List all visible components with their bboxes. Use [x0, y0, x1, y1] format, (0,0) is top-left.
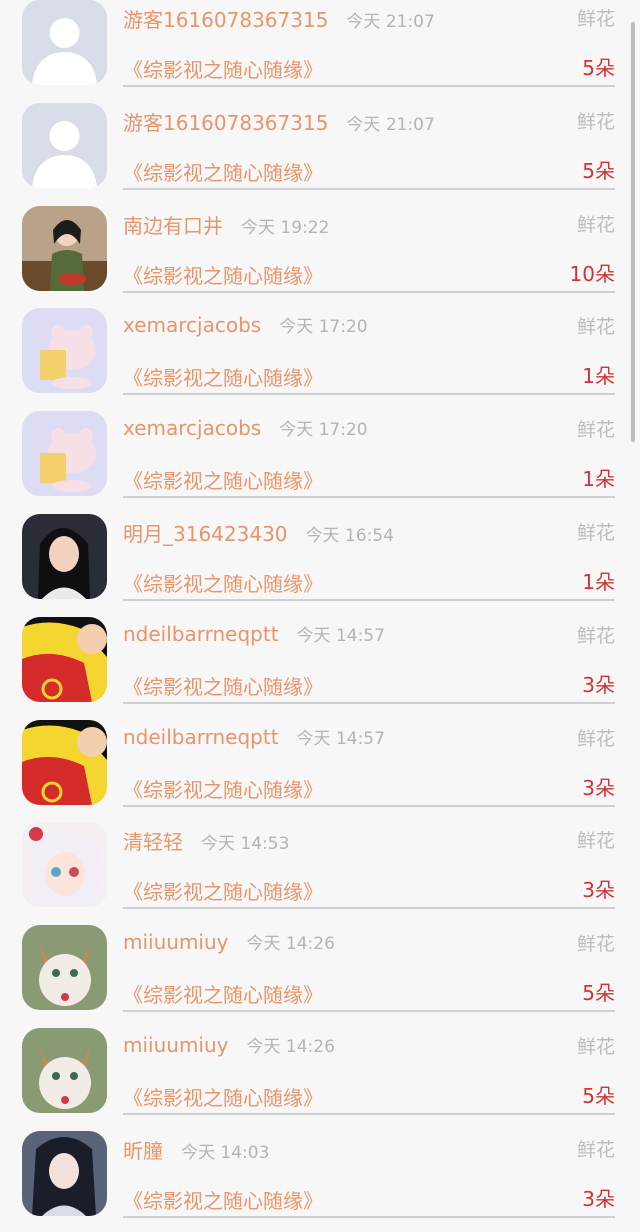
- gift-count: 1朵: [582, 569, 615, 594]
- gift-count: 5朵: [582, 158, 615, 183]
- list-item[interactable]: miiuumiuy 今天 14:26 鲜花 《综影视之随心随缘》 5朵: [0, 923, 640, 1026]
- work-title[interactable]: 《综影视之随心随缘》: [123, 876, 323, 905]
- list-item[interactable]: ndeilbarrneqptt 今天 14:57 鲜花 《综影视之随心随缘》 3朵: [0, 718, 640, 821]
- timestamp: 今天 19:22: [241, 217, 330, 238]
- timestamp: 今天 14:57: [296, 728, 385, 749]
- gift-count: 3朵: [582, 878, 615, 903]
- divider: [123, 907, 615, 910]
- cartoon-pig-avatar-icon[interactable]: [22, 308, 107, 394]
- list-item[interactable]: 游客1616078367315 今天 21:07 鲜花 《综影视之随心随缘》 5朵: [0, 0, 640, 101]
- timestamp: 今天 17:20: [279, 420, 368, 441]
- cartoon-pig-avatar-icon[interactable]: [22, 411, 107, 497]
- gift-count: 5朵: [582, 981, 615, 1006]
- list-item[interactable]: xemarcjacobs 今天 17:20 鲜花 《综影视之随心随缘》 1朵: [0, 306, 640, 409]
- list-item[interactable]: 清轻轻 今天 14:53 鲜花 《综影视之随心随缘》 3朵: [0, 820, 640, 923]
- divider: [123, 1010, 615, 1013]
- divider: [123, 1112, 615, 1115]
- gift-count: 5朵: [582, 56, 615, 80]
- timestamp: 今天 21:07: [346, 114, 435, 135]
- work-title[interactable]: 《综影视之随心随缘》: [123, 671, 323, 700]
- divider: [123, 85, 615, 87]
- timestamp: 今天 14:26: [246, 1036, 335, 1057]
- divider: [123, 393, 615, 396]
- anime-girl-avatar-icon[interactable]: [22, 1130, 107, 1216]
- timestamp: 今天 14:26: [246, 934, 335, 955]
- username[interactable]: ndeilbarrneqptt 今天 14:57: [123, 621, 385, 646]
- work-title[interactable]: 《综影视之随心随缘》: [123, 774, 323, 803]
- gift-type: 鲜花: [576, 1035, 615, 1058]
- cartoon-boy-avatar-icon[interactable]: [22, 616, 107, 702]
- default-user-avatar-icon[interactable]: [22, 102, 107, 188]
- timestamp: 今天 16:54: [305, 525, 394, 546]
- username[interactable]: xemarcjacobs 今天 17:20: [123, 415, 368, 440]
- divider: [123, 187, 615, 190]
- work-title[interactable]: 《综影视之随心随缘》: [123, 1185, 323, 1214]
- divider: [123, 598, 615, 601]
- username[interactable]: 明月_316423430 今天 16:54: [123, 518, 394, 547]
- gift-type: 鲜花: [576, 624, 615, 647]
- username[interactable]: miiuumiuy 今天 14:26: [123, 1032, 335, 1057]
- gift-type: 鲜花: [576, 830, 615, 853]
- default-user-avatar-icon[interactable]: [22, 0, 107, 85]
- timestamp: 今天 21:07: [346, 12, 435, 32]
- list-item[interactable]: 昕膧 今天 14:03 鲜花 《综影视之随心随缘》 3朵: [0, 1129, 640, 1232]
- list-item[interactable]: 游客1616078367315 今天 21:07 鲜花 《综影视之随心随缘》 5朵: [0, 101, 640, 204]
- work-title[interactable]: 《综影视之随心随缘》: [123, 465, 323, 494]
- username[interactable]: 游客1616078367315 今天 21:07: [123, 4, 435, 33]
- gift-type: 鲜花: [576, 727, 615, 750]
- work-title[interactable]: 《综影视之随心随缘》: [123, 260, 323, 289]
- username[interactable]: 游客1616078367315 今天 21:07: [123, 107, 435, 136]
- divider: [123, 1215, 615, 1218]
- photo-avatar-icon[interactable]: [22, 513, 107, 599]
- list-item[interactable]: 明月_316423430 今天 16:54 鲜花 《综影视之随心随缘》 1朵: [0, 512, 640, 615]
- gift-count: 3朵: [582, 1186, 615, 1211]
- gift-type: 鲜花: [576, 1138, 615, 1161]
- work-title[interactable]: 《综影视之随心随缘》: [123, 568, 323, 597]
- gift-type: 鲜花: [576, 419, 615, 442]
- gift-count: 5朵: [582, 1083, 615, 1108]
- gift-type: 鲜花: [576, 316, 615, 339]
- anime-girl-avatar-icon[interactable]: [22, 822, 107, 908]
- gift-count: 3朵: [582, 775, 615, 800]
- list-item[interactable]: miiuumiuy 今天 14:26 鲜花 《综影视之随心随缘》 5朵: [0, 1026, 640, 1129]
- work-title[interactable]: 《综影视之随心随缘》: [123, 157, 323, 186]
- work-title[interactable]: 《综影视之随心随缘》: [123, 362, 323, 391]
- gift-count: 3朵: [582, 672, 615, 697]
- timestamp: 今天 14:53: [201, 834, 290, 855]
- username[interactable]: 南边有口井 今天 19:22: [123, 210, 329, 239]
- username[interactable]: xemarcjacobs 今天 17:20: [123, 312, 368, 337]
- list-item[interactable]: xemarcjacobs 今天 17:20 鲜花 《综影视之随心随缘》 1朵: [0, 409, 640, 512]
- gift-type: 鲜花: [576, 213, 615, 236]
- divider: [123, 701, 615, 704]
- scrollbar[interactable]: [631, 22, 635, 442]
- list-item[interactable]: 南边有口井 今天 19:22 鲜花 《综影视之随心随缘》 10朵: [0, 204, 640, 307]
- gift-count: 10朵: [569, 261, 615, 286]
- gift-count: 1朵: [582, 467, 615, 492]
- gift-record-list: 游客1616078367315 今天 21:07 鲜花 《综影视之随心随缘》 5朵…: [0, 0, 640, 1232]
- timestamp: 今天 14:03: [181, 1142, 270, 1163]
- username[interactable]: 清轻轻 今天 14:53: [123, 826, 289, 855]
- timestamp: 今天 14:57: [296, 625, 385, 646]
- divider: [123, 804, 615, 807]
- cat-avatar-icon[interactable]: [22, 1027, 107, 1113]
- list-item[interactable]: ndeilbarrneqptt 今天 14:57 鲜花 《综影视之随心随缘》 3朵: [0, 615, 640, 718]
- photo-avatar-icon[interactable]: [22, 205, 107, 291]
- work-title[interactable]: 《综影视之随心随缘》: [123, 1082, 323, 1111]
- gift-type: 鲜花: [576, 110, 615, 133]
- work-title[interactable]: 《综影视之随心随缘》: [123, 54, 323, 83]
- cat-avatar-icon[interactable]: [22, 925, 107, 1011]
- username[interactable]: ndeilbarrneqptt 今天 14:57: [123, 724, 385, 749]
- gift-type: 鲜花: [576, 521, 615, 544]
- username[interactable]: 昕膧 今天 14:03: [123, 1135, 269, 1164]
- cartoon-boy-avatar-icon[interactable]: [22, 719, 107, 805]
- gift-count: 1朵: [582, 364, 615, 389]
- divider: [123, 290, 615, 293]
- gift-type: 鲜花: [576, 933, 615, 956]
- timestamp: 今天 17:20: [279, 317, 368, 338]
- gift-type: 鲜花: [576, 8, 615, 30]
- work-title[interactable]: 《综影视之随心随缘》: [123, 979, 323, 1008]
- divider: [123, 496, 615, 499]
- username[interactable]: miiuumiuy 今天 14:26: [123, 929, 335, 954]
